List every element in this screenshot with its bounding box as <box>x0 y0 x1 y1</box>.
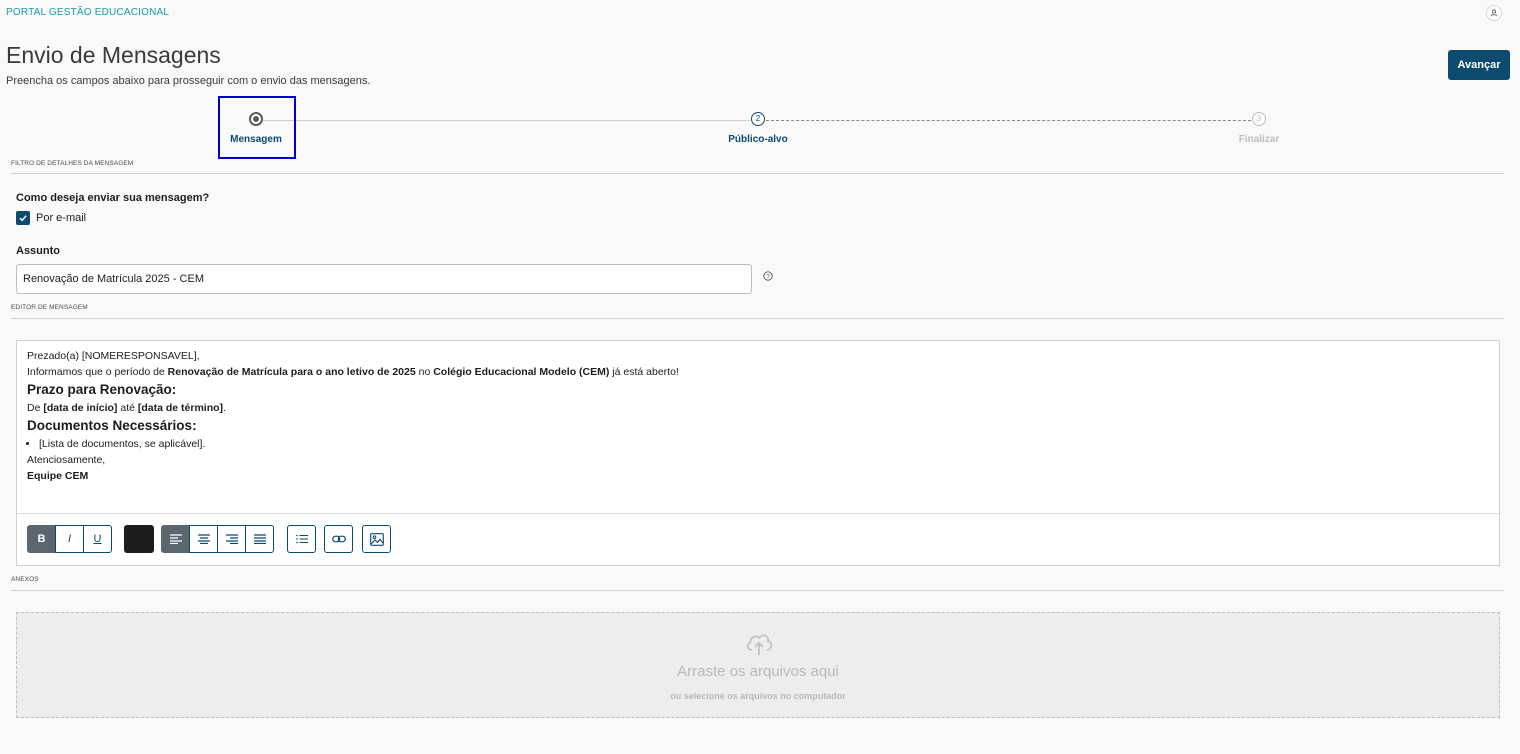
help-icon[interactable]: ? <box>763 271 773 281</box>
top-bar: PORTAL GESTÃO EDUCACIONAL <box>0 0 1520 24</box>
intro-line: Informamos que o período de Renovação de… <box>27 366 679 378</box>
editor-toolbar-divider <box>17 513 1499 514</box>
signature-line: Equipe CEM <box>27 470 89 482</box>
cloud-upload-icon <box>746 634 773 655</box>
insert-link-button[interactable] <box>324 525 353 553</box>
bullet-list-button[interactable] <box>287 525 316 553</box>
user-menu-button[interactable] <box>1486 5 1502 21</box>
align-justify-icon <box>253 534 266 544</box>
align-right-icon <box>225 534 238 544</box>
insert-image-button[interactable] <box>362 525 391 553</box>
section-title-editor: EDITOR DE MENSAGEM <box>11 304 88 311</box>
step-label: Finalizar <box>1238 134 1280 145</box>
svg-text:?: ? <box>766 273 770 280</box>
divider <box>11 318 1504 319</box>
subject-input[interactable] <box>16 264 752 294</box>
email-checkbox[interactable]: Por e-mail <box>16 211 86 225</box>
image-group <box>362 525 391 553</box>
align-left-button[interactable] <box>161 525 190 553</box>
underline-button[interactable]: U <box>83 525 112 553</box>
list-item: [Lista de documentos, se aplicável]. <box>39 436 1489 452</box>
align-justify-button[interactable] <box>245 525 274 553</box>
documents-list: [Lista de documentos, se aplicável]. <box>27 436 1489 452</box>
page-subtitle: Preencha os campos abaixo para prossegui… <box>6 75 371 87</box>
page-title: Envio de Mensagens <box>6 42 221 68</box>
editor-content[interactable]: Prezado(a) [NOMERESPONSAVEL], Informamos… <box>27 348 1489 513</box>
bold-button[interactable]: B <box>27 525 56 553</box>
step-number: 2 <box>751 112 765 126</box>
list-group <box>287 525 316 553</box>
alignment-group <box>161 525 274 553</box>
text-color-picker[interactable] <box>124 525 154 553</box>
portal-name[interactable]: PORTAL GESTÃO EDUCACIONAL <box>6 7 169 18</box>
align-center-icon <box>197 534 210 544</box>
message-editor[interactable]: Prezado(a) [NOMERESPONSAVEL], Informamos… <box>16 340 1500 566</box>
subject-label: Assunto <box>16 245 60 257</box>
step-label: Público-alvo <box>728 134 788 145</box>
advance-button[interactable]: Avançar <box>1448 50 1510 80</box>
dates-line: De [data de início] até [data de término… <box>27 402 226 414</box>
divider <box>11 590 1504 591</box>
email-checkbox-label: Por e-mail <box>36 212 87 224</box>
check-icon <box>19 215 27 222</box>
italic-button[interactable]: I <box>55 525 84 553</box>
stepper-line-pending <box>766 120 1251 121</box>
align-center-button[interactable] <box>189 525 218 553</box>
bullet-list-icon <box>295 534 308 544</box>
file-dropzone[interactable]: Arraste os arquivos aqui ou selecione os… <box>16 612 1500 718</box>
text-style-group: B I U <box>27 525 112 553</box>
step-number: 3 <box>1252 112 1266 126</box>
checkbox-checked[interactable] <box>16 211 30 225</box>
divider <box>11 173 1504 174</box>
section-title-details: FILTRO DE DETALHES DA MENSAGEM <box>11 160 134 167</box>
user-icon <box>1490 9 1498 17</box>
step-publico-alvo[interactable]: 2 Público-alvo <box>698 112 818 145</box>
dropzone-title: Arraste os arquivos aqui <box>677 663 839 680</box>
link-group <box>324 525 353 553</box>
heading-documentos: Documentos Necessários: <box>27 418 197 433</box>
greeting-line: Prezado(a) [NOMERESPONSAVEL], <box>27 350 200 362</box>
focus-highlight <box>218 96 296 159</box>
align-right-button[interactable] <box>217 525 246 553</box>
closing-line: Atenciosamente, <box>27 454 106 466</box>
align-left-icon <box>169 534 182 544</box>
heading-prazo: Prazo para Renovação: <box>27 382 177 397</box>
send-method-question: Como deseja enviar sua mensagem? <box>16 192 210 204</box>
stepper-line-completed <box>263 120 750 121</box>
dropzone-subtitle[interactable]: ou selecione os arquivos no computador <box>17 691 1499 701</box>
step-finalizar: 3 Finalizar <box>1199 112 1319 145</box>
image-icon <box>369 532 384 546</box>
section-title-attachments: ANEXOS <box>11 576 39 583</box>
link-icon <box>331 535 346 543</box>
